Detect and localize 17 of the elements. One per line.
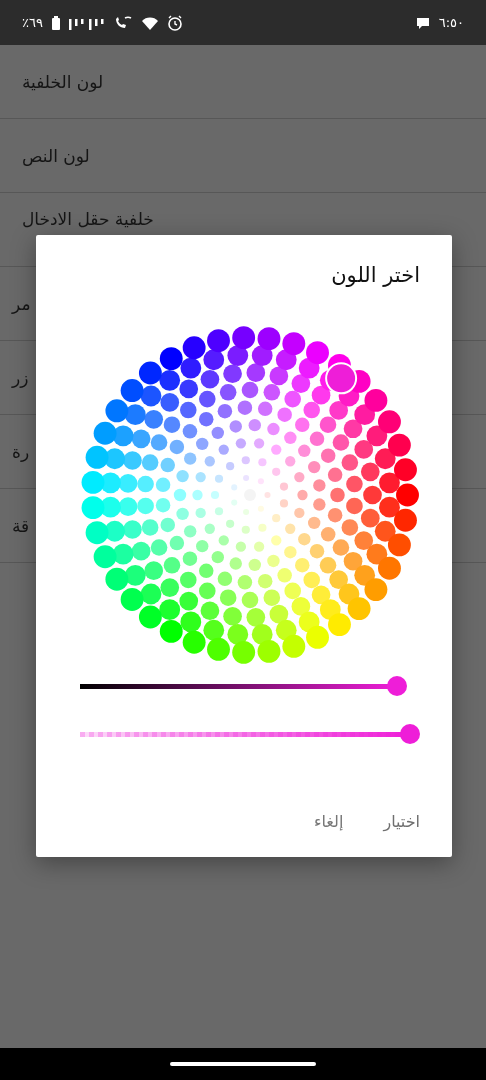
slider-thumb[interactable] [400, 724, 420, 744]
setting-label[interactable]: زر [12, 367, 29, 388]
battery-icon [50, 14, 61, 31]
dialog-title: اختر اللون [331, 263, 420, 287]
select-button[interactable]: اختيار [383, 808, 420, 835]
setting-label[interactable]: لون النص [22, 145, 90, 166]
alpha-slider[interactable] [80, 723, 420, 745]
battery-percent: ٪٦٩ [22, 15, 43, 30]
alarm-icon [166, 14, 183, 31]
setting-label[interactable]: خلفية حقل الادخال [22, 209, 154, 229]
cancel-button[interactable]: إلغاء [313, 808, 344, 835]
clock: ٦:٥٠ [438, 15, 464, 30]
setting-label[interactable]: لون الخلفية [22, 71, 104, 92]
setting-label[interactable]: مر [12, 293, 31, 314]
setting-label[interactable]: قة [12, 515, 30, 536]
slider-thumb[interactable] [386, 676, 407, 696]
setting-label[interactable]: رة [12, 441, 30, 462]
